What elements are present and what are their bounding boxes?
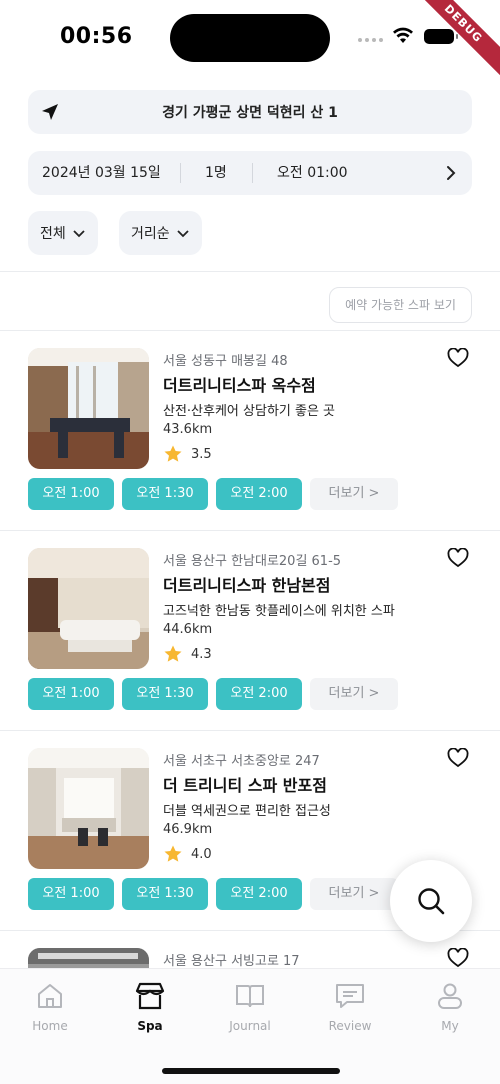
time-slot-button[interactable]: 오전 1:30 xyxy=(122,478,208,510)
tab-label: Home xyxy=(32,1019,68,1033)
status-time: 00:56 xyxy=(60,24,133,49)
location-bar[interactable]: 경기 가평군 상면 덕현리 산 1 xyxy=(28,90,472,134)
wifi-icon xyxy=(393,27,413,43)
battery-icon xyxy=(424,29,458,44)
tab-spa[interactable]: Spa xyxy=(115,981,185,1033)
spa-address: 서울 성동구 매봉길 48 xyxy=(163,354,288,369)
tab-review[interactable]: Review xyxy=(315,981,385,1033)
booking-time[interactable]: 오전 01:00 xyxy=(277,151,348,195)
time-slot-button[interactable]: 오전 2:00 xyxy=(216,478,302,510)
rating-value: 3.5 xyxy=(191,446,212,462)
separator xyxy=(252,163,253,183)
spa-name[interactable]: 더트리니티스파 옥수점 xyxy=(163,372,316,396)
tab-journal[interactable]: Journal xyxy=(215,981,285,1033)
spa-description: 산전·산후케어 상담하기 좋은 곳 xyxy=(163,404,336,419)
spa-address: 서울 서초구 서초중앙로 247 xyxy=(163,754,320,769)
heart-icon[interactable] xyxy=(447,348,469,368)
category-filter[interactable]: 전체 xyxy=(28,211,98,255)
tab-label: Spa xyxy=(137,1019,163,1033)
chevron-down-icon xyxy=(73,230,85,238)
book-icon xyxy=(236,985,264,1008)
search-fab-button[interactable] xyxy=(390,860,472,942)
booking-selector[interactable]: 2024년 03월 15일 1명 오전 01:00 xyxy=(28,151,472,195)
spa-photo[interactable] xyxy=(28,948,149,968)
tab-label: My xyxy=(441,1019,459,1033)
heart-icon[interactable] xyxy=(447,548,469,568)
chat-icon xyxy=(336,984,364,1008)
sort-filter[interactable]: 거리순 xyxy=(119,211,202,255)
spa-card[interactable]: 서울 용산구 한남대로20길 61-5 더트리니티스파 한남본점 고즈넉한 한남… xyxy=(0,530,500,730)
spa-distance: 44.6km xyxy=(163,622,213,637)
heart-icon[interactable] xyxy=(447,748,469,768)
rating-value: 4.3 xyxy=(191,646,212,662)
time-slot-button[interactable]: 오전 1:00 xyxy=(28,878,114,910)
separator xyxy=(180,163,181,183)
sort-filter-label: 거리순 xyxy=(131,226,170,242)
navigation-arrow-icon xyxy=(42,104,58,120)
chevron-right-icon[interactable] xyxy=(442,164,460,182)
tab-label: Journal xyxy=(229,1019,271,1033)
time-slot-button[interactable]: 오전 1:30 xyxy=(122,678,208,710)
spa-name[interactable]: 더트리니티스파 한남본점 xyxy=(163,572,331,596)
time-slot-button[interactable]: 오전 1:30 xyxy=(122,878,208,910)
spa-address: 서울 용산구 서빙고로 17 xyxy=(163,954,300,968)
spa-photo[interactable] xyxy=(28,748,149,869)
rating-value: 4.0 xyxy=(191,846,212,862)
home-indicator xyxy=(162,1068,340,1074)
spa-description: 더블 역세권으로 편리한 접근성 xyxy=(163,804,331,819)
dynamic-island xyxy=(170,14,330,62)
available-spa-button[interactable]: 예약 가능한 스파 보기 xyxy=(329,287,472,323)
spa-card[interactable]: 서울 성동구 매봉길 48 더트리니티스파 옥수점 산전·산후케어 상담하기 좋… xyxy=(0,330,500,530)
more-times-button[interactable]: 더보기 > xyxy=(310,878,398,910)
booking-people[interactable]: 1명 xyxy=(205,151,227,195)
bottom-tab-bar: Home Spa Journal Review My xyxy=(0,968,500,1084)
spa-photo[interactable] xyxy=(28,548,149,669)
category-filter-label: 전체 xyxy=(40,226,66,242)
heart-icon[interactable] xyxy=(447,948,469,968)
home-icon xyxy=(38,984,62,1008)
more-times-button[interactable]: 더보기 > xyxy=(310,678,398,710)
tab-my[interactable]: My xyxy=(415,981,485,1033)
spa-address: 서울 용산구 한남대로20길 61-5 xyxy=(163,554,342,569)
tab-home[interactable]: Home xyxy=(15,981,85,1033)
more-times-button[interactable]: 더보기 > xyxy=(310,478,398,510)
store-icon xyxy=(135,982,165,1010)
star-icon xyxy=(164,845,182,862)
spa-photo[interactable] xyxy=(28,348,149,469)
time-slot-button[interactable]: 오전 1:00 xyxy=(28,478,114,510)
divider xyxy=(0,271,500,272)
chevron-down-icon xyxy=(177,230,189,238)
spa-rating: 3.5 xyxy=(163,444,212,464)
star-icon xyxy=(164,445,182,462)
spa-distance: 46.9km xyxy=(163,822,213,837)
star-icon xyxy=(164,645,182,662)
status-bar: 00:56 DEBUG xyxy=(0,0,500,85)
spa-rating: 4.3 xyxy=(163,644,212,664)
location-text: 경기 가평군 상면 덕현리 산 1 xyxy=(162,105,338,121)
time-slot-button[interactable]: 오전 1:00 xyxy=(28,678,114,710)
user-icon xyxy=(438,983,462,1009)
time-slot-button[interactable]: 오전 2:00 xyxy=(216,678,302,710)
spa-description: 고즈넉한 한남동 핫플레이스에 위치한 스파 xyxy=(163,604,395,619)
spa-distance: 43.6km xyxy=(163,422,213,437)
tab-label: Review xyxy=(328,1019,372,1033)
search-icon xyxy=(418,888,445,915)
spa-name[interactable]: 더 트리니티 스파 반포점 xyxy=(163,772,327,796)
booking-date[interactable]: 2024년 03월 15일 xyxy=(42,151,161,195)
spa-rating: 4.0 xyxy=(163,844,212,864)
signal-icon xyxy=(358,38,383,42)
time-slot-button[interactable]: 오전 2:00 xyxy=(216,878,302,910)
